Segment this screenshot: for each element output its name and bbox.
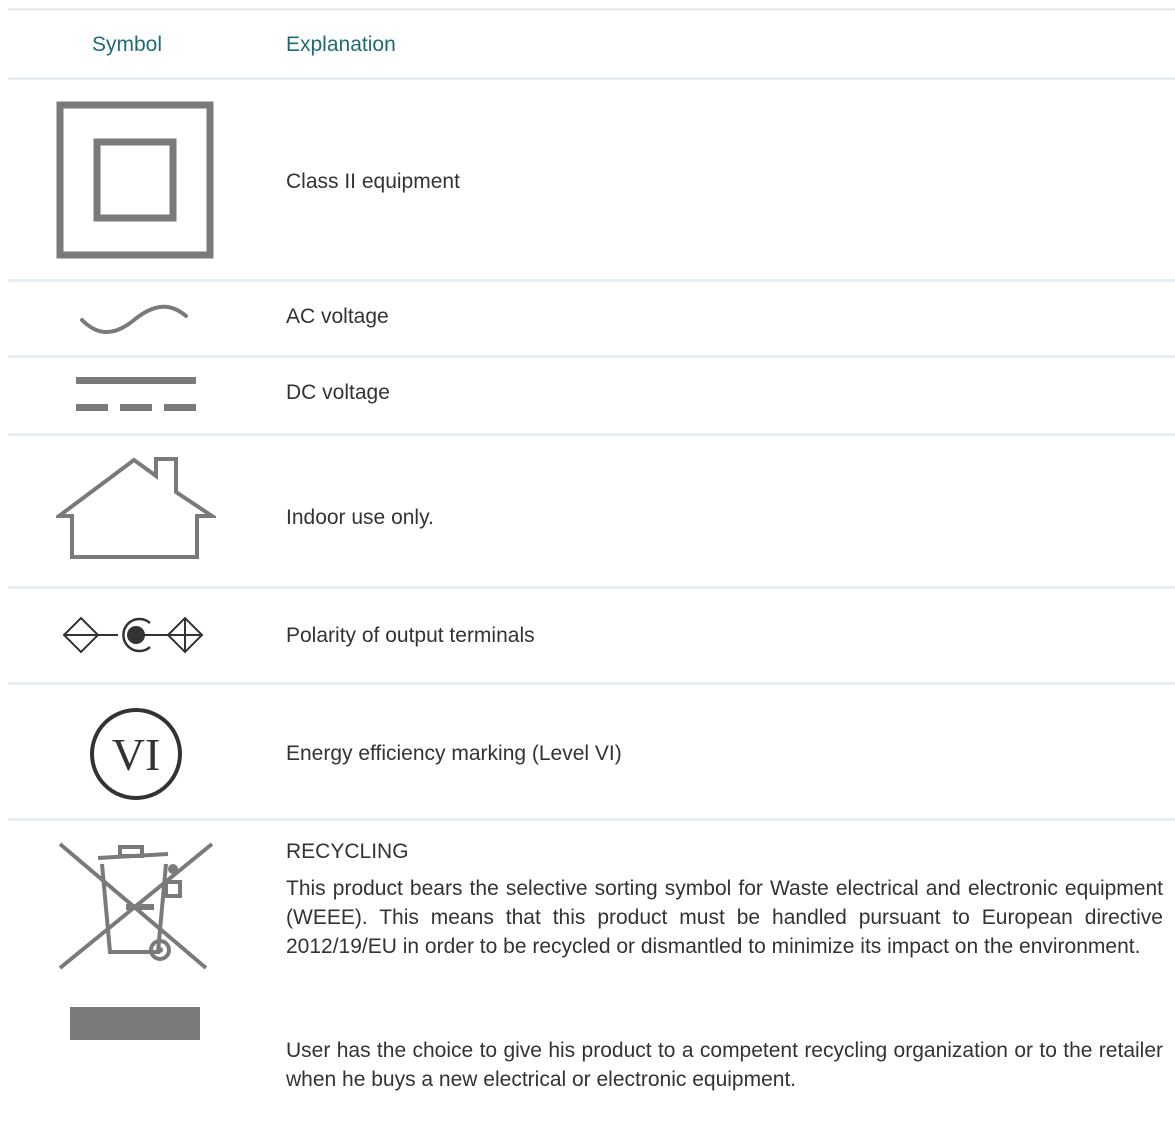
divider [8, 77, 1175, 80]
divider [8, 355, 1175, 358]
crossed-out-bin-icon [58, 842, 214, 970]
row-polarity-text: Polarity of output terminals [286, 624, 535, 647]
indoor-use-house-icon [56, 457, 216, 559]
row-energy-efficiency-text: Energy efficiency marking (Level VI) [286, 742, 622, 765]
divider [8, 682, 1175, 685]
recycling-paragraph-1: This product bears the selective sorting… [286, 877, 1163, 958]
energy-efficiency-vi-icon: VI [90, 708, 182, 800]
row-class-ii-text: Class II equipment [286, 170, 460, 193]
column-header-symbol: Symbol [92, 33, 163, 56]
divider [8, 433, 1175, 436]
weee-bar-icon [70, 1007, 200, 1040]
column-header-explanation: Explanation [286, 33, 396, 56]
row-recycling-title: RECYCLING [286, 840, 409, 863]
divider [8, 586, 1175, 589]
recycling-paragraph-2: User has the choice to give his product … [286, 1039, 1163, 1091]
row-dc-voltage-text: DC voltage [286, 381, 390, 404]
divider [8, 818, 1175, 821]
row-ac-voltage-text: AC voltage [286, 305, 389, 328]
divider [8, 279, 1175, 282]
polarity-terminals-icon [62, 616, 204, 654]
class-ii-equipment-icon [56, 101, 214, 259]
svg-text:VI: VI [112, 729, 161, 780]
dc-voltage-icon [76, 377, 196, 411]
row-indoor-text: Indoor use only. [286, 506, 434, 529]
divider [8, 8, 1175, 11]
ac-voltage-icon [80, 304, 188, 335]
